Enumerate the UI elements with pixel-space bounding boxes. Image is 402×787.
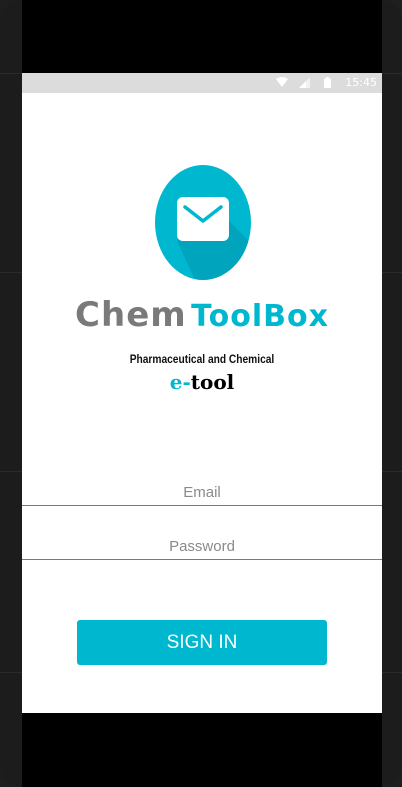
password-field[interactable]: [22, 519, 382, 559]
email-field-container: [22, 465, 382, 506]
brand-etool: e-tool: [22, 370, 382, 394]
top-bezel: [22, 0, 382, 73]
device-frame: 15:45 Chem ToolBox Pharmaceutical and Ch…: [0, 0, 402, 787]
app-brand: Chem ToolBox: [22, 295, 382, 335]
app-screen: 15:45 Chem ToolBox Pharmaceutical and Ch…: [22, 73, 382, 713]
status-time: 15:45: [345, 76, 377, 89]
brand-word-chem: Chem: [75, 295, 187, 335]
bottom-bezel: [22, 713, 382, 787]
wifi-icon: [276, 77, 288, 87]
password-field-container: [22, 519, 382, 560]
battery-icon: [324, 77, 331, 88]
email-field[interactable]: [22, 465, 382, 505]
cell-signal-icon: [299, 77, 310, 88]
etool-prefix: e-: [169, 370, 191, 394]
sign-in-button[interactable]: SIGN IN: [77, 620, 327, 665]
etool-suffix: tool: [190, 370, 235, 394]
brand-tagline: Pharmaceutical and Chemical: [129, 352, 275, 366]
brand-word-toolbox: ToolBox: [191, 299, 329, 334]
app-logo: [155, 165, 251, 280]
envelope-icon: [177, 197, 251, 280]
status-bar: 15:45: [22, 73, 382, 93]
